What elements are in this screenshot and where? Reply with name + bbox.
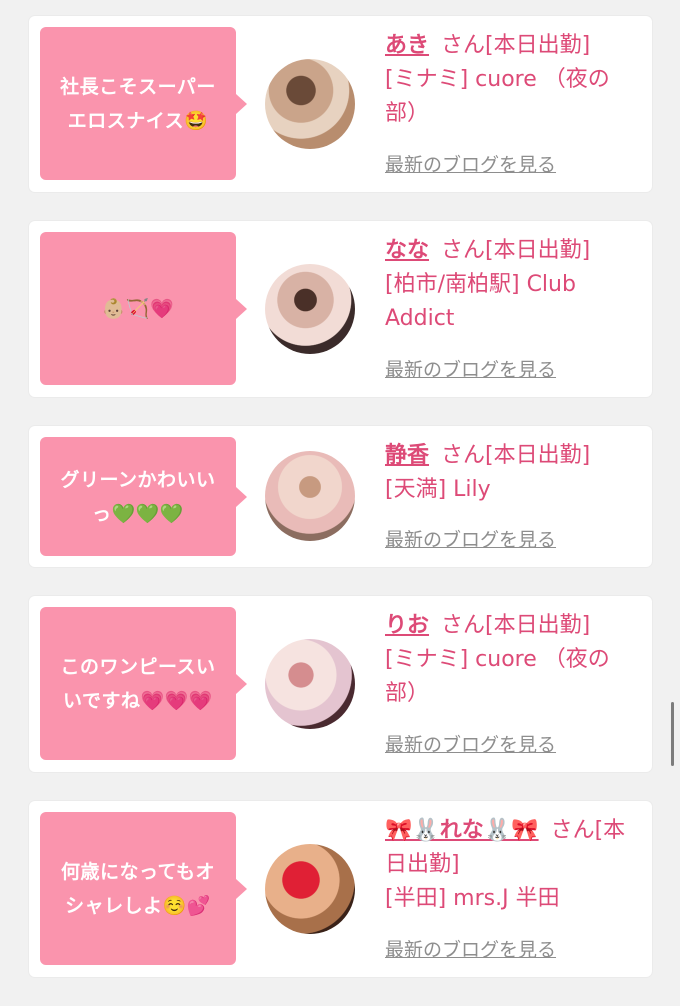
- cast-status: さん[本日出勤]: [441, 238, 591, 263]
- shop-name: [柏市/南柏駅] Club Addict: [385, 272, 576, 331]
- comment-text: 何歳になってもオ シャレしよ☺️💕: [60, 860, 216, 917]
- latest-blog-link[interactable]: 最新のブログを見る: [385, 938, 556, 962]
- cast-status: さん[本日出勤]: [441, 33, 591, 58]
- cast-name-link[interactable]: なな: [385, 238, 429, 263]
- shop-name: [ミナミ] cuore （夜の部）: [385, 647, 610, 706]
- cast-card: 何歳になってもオ シャレしよ☺️💕 🎀🐰れな🐰🎀 さん[本日出勤] [半田] mr…: [29, 801, 652, 977]
- cast-comment-list: 社長こそスーパー エロスナイス🤩 あき さん[本日出勤] [ミナミ] cuore …: [29, 16, 652, 1006]
- cast-avatar[interactable]: [265, 451, 355, 541]
- latest-blog-link[interactable]: 最新のブログを見る: [385, 528, 556, 552]
- comment-bubble: 👶🏼🏹💗: [40, 232, 247, 385]
- cast-card: このワンピースい いですね💗💗💗 りお さん[本日出勤] [ミナミ] cuore …: [29, 596, 652, 772]
- comment-text: このワンピースい いですね💗💗💗: [60, 655, 216, 712]
- cast-info: りお さん[本日出勤] [ミナミ] cuore （夜の部）: [385, 609, 637, 711]
- latest-blog-link[interactable]: 最新のブログを見る: [385, 153, 556, 177]
- cast-avatar[interactable]: [265, 639, 355, 729]
- cast-card: 社長こそスーパー エロスナイス🤩 あき さん[本日出勤] [ミナミ] cuore …: [29, 16, 652, 192]
- cast-info: あき さん[本日出勤] [ミナミ] cuore （夜の部）: [385, 29, 637, 131]
- shop-name: [ミナミ] cuore （夜の部）: [385, 67, 610, 126]
- cast-info: 🎀🐰れな🐰🎀 さん[本日出勤] [半田] mrs.J 半田: [385, 814, 637, 916]
- latest-blog-link[interactable]: 最新のブログを見る: [385, 358, 556, 382]
- cast-status: さん[本日出勤]: [441, 443, 591, 468]
- scrollbar-thumb[interactable]: [671, 702, 674, 766]
- cast-avatar[interactable]: [265, 264, 355, 354]
- shop-name: [天満] Lily: [385, 477, 491, 502]
- cast-name-link[interactable]: 🎀🐰れな🐰🎀: [385, 818, 539, 843]
- comment-bubble: 社長こそスーパー エロスナイス🤩: [40, 27, 247, 180]
- comment-text: グリーンかわいい っ💚💚💚: [60, 468, 216, 525]
- cast-info: なな さん[本日出勤] [柏市/南柏駅] Club Addict: [385, 234, 637, 336]
- cast-card: グリーンかわいい っ💚💚💚 静香 さん[本日出勤] [天満] Lily 最新のブロ…: [29, 426, 652, 567]
- shop-name: [半田] mrs.J 半田: [385, 886, 560, 911]
- cast-card: 👶🏼🏹💗 なな さん[本日出勤] [柏市/南柏駅] Club Addict 最新の…: [29, 221, 652, 397]
- comment-bubble: グリーンかわいい っ💚💚💚: [40, 437, 247, 556]
- cast-name-link[interactable]: りお: [385, 613, 429, 638]
- comment-bubble: 何歳になってもオ シャレしよ☺️💕: [40, 812, 247, 965]
- comment-bubble: このワンピースい いですね💗💗💗: [40, 607, 247, 760]
- comment-text: 👶🏼🏹💗: [101, 297, 175, 320]
- cast-avatar[interactable]: [265, 844, 355, 934]
- comment-text: 社長こそスーパー エロスナイス🤩: [60, 75, 216, 132]
- cast-status: さん[本日出勤]: [441, 613, 591, 638]
- latest-blog-link[interactable]: 最新のブログを見る: [385, 733, 556, 757]
- cast-avatar[interactable]: [265, 59, 355, 149]
- cast-info: 静香 さん[本日出勤] [天満] Lily: [385, 439, 637, 507]
- cast-name-link[interactable]: 静香: [385, 443, 429, 468]
- cast-name-link[interactable]: あき: [385, 33, 429, 58]
